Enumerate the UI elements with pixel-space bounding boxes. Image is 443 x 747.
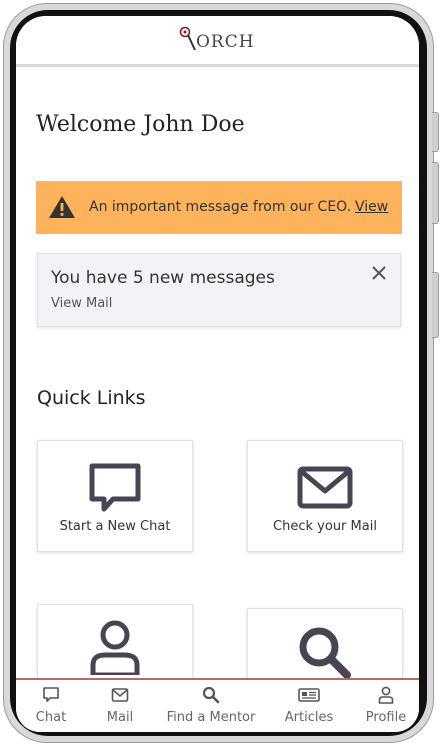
nav-item-articles[interactable]: Articles [276,686,342,725]
volume-down-button [432,162,439,224]
newspaper-icon [298,688,320,702]
ceo-alert-view-link[interactable]: View [355,199,388,215]
nav-item-label: Find a Mentor [166,710,256,725]
messages-alert: You have 5 new messages View Mail [37,253,401,327]
nav-item-find-mentor[interactable]: Find a Mentor [162,686,260,725]
welcome-heading: Welcome John Doe [36,112,245,137]
quick-link-label: Check your Mail [273,519,377,534]
app-screen: ORCH Welcome John Doe An important messa… [16,16,419,732]
torch-logo-icon [179,26,196,51]
nav-item-chat[interactable]: Chat [24,686,78,725]
profile-icon [378,686,394,704]
mail-icon [111,688,129,702]
torch-logo[interactable]: ORCH [178,26,258,52]
quick-links-title: Quick Links [37,387,146,409]
profile-icon [90,620,140,675]
volume-up-button [432,112,439,152]
search-icon [202,686,220,704]
view-mail-link[interactable]: View Mail [51,296,112,311]
quick-link-new-chat[interactable]: Start a New Chat [37,440,193,552]
ceo-alert-message: An important message from our CEO. [89,199,352,215]
nav-item-label: Chat [35,710,67,725]
bottom-nav: Chat Mail Find a Mentor Articles Profile [16,678,419,732]
warning-icon [49,196,75,218]
close-icon[interactable] [370,264,388,282]
nav-item-label: Profile [365,710,407,725]
logo-text: ORCH [196,32,255,52]
nav-item-label: Mail [106,710,134,725]
ceo-alert-banner: An important message from our CEO. View [36,181,402,234]
messages-alert-title: You have 5 new messages [51,268,275,288]
quick-link-label: Start a New Chat [59,519,171,534]
chat-icon [43,687,59,702]
top-bar: ORCH [16,16,419,67]
quick-link-check-mail[interactable]: Check your Mail [247,440,403,552]
search-icon [299,627,351,679]
power-button [432,272,439,338]
nav-item-label: Articles [284,710,334,725]
chat-icon [89,463,141,512]
nav-item-mail[interactable]: Mail [92,686,148,725]
mail-icon [297,466,353,509]
nav-item-profile[interactable]: Profile [358,686,414,725]
